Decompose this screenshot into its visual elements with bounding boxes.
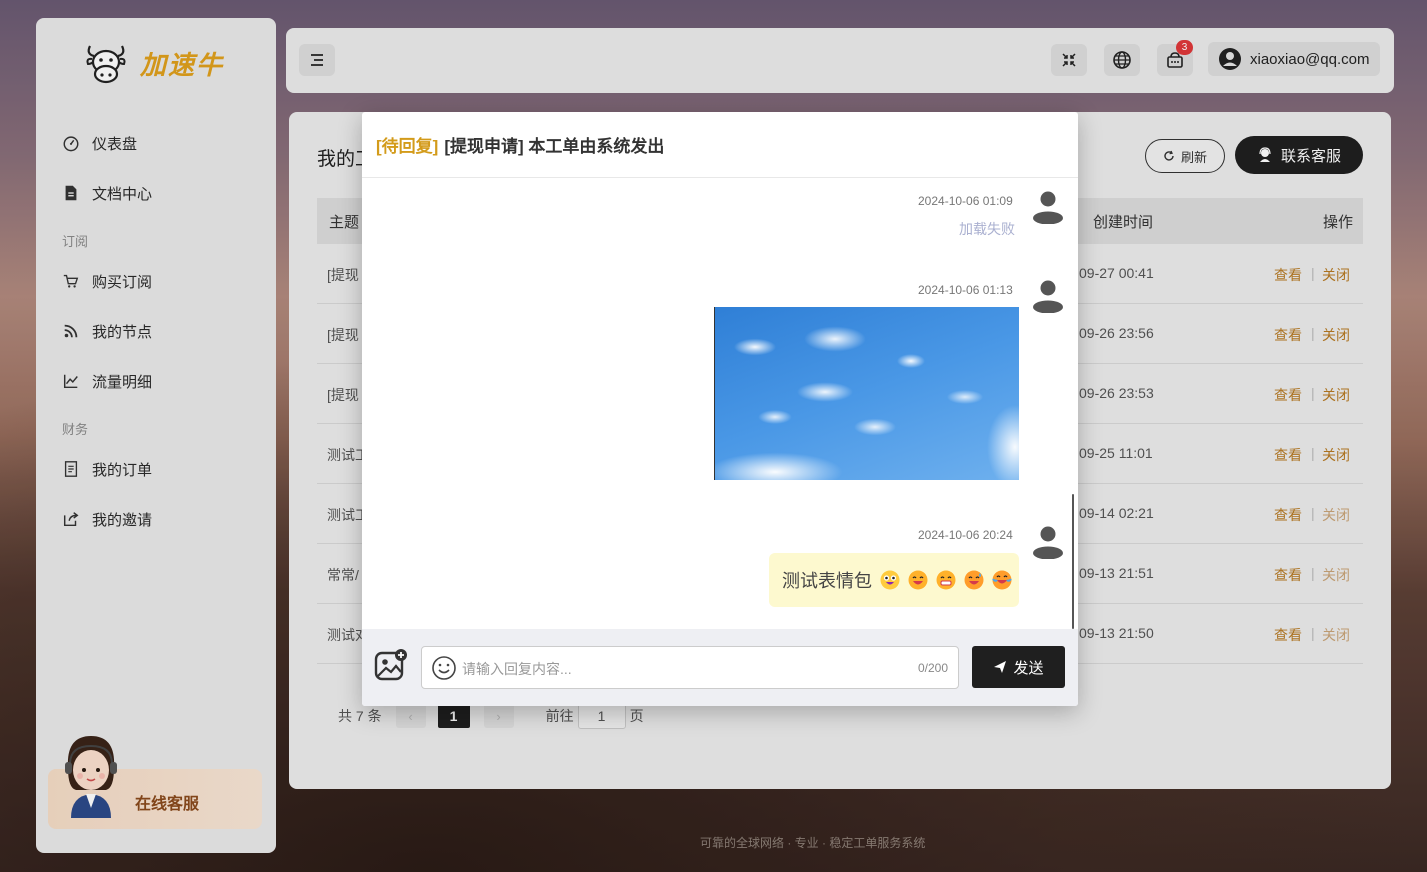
user-avatar-icon: [1033, 526, 1063, 559]
dialog-title: [提现申请] 本工单由系统发出: [444, 137, 665, 156]
message-text: 测试表情包: [782, 571, 872, 591]
message-bubble: 测试表情包: [769, 553, 1019, 607]
emoji-teeth-icon: [936, 570, 956, 590]
char-counter: 0/200: [917, 661, 948, 675]
dialog-header: [待回复] [提现申请] 本工单由系统发出: [362, 112, 1078, 178]
emoji-grin-icon: [908, 570, 928, 590]
emoji-laugh-tears-icon: [992, 570, 1012, 590]
emoji-sweat-smile-icon: [964, 570, 984, 590]
chat-history[interactable]: 2024-10-06 01:09 加载失败 2024-10-06 01:13 2…: [362, 178, 1078, 629]
send-label: 发送: [1013, 659, 1044, 677]
reply-input[interactable]: 请输入回复内容... 0/200: [421, 646, 959, 689]
emoji-picker-icon[interactable]: [431, 655, 457, 681]
reply-placeholder: 请输入回复内容...: [462, 661, 572, 677]
message-time: 2024-10-06 01:09: [918, 194, 1013, 208]
message-time: 2024-10-06 01:13: [918, 283, 1013, 297]
send-icon: [994, 661, 1007, 673]
emoji-tongue-icon: [880, 570, 900, 590]
upload-image-button[interactable]: [374, 648, 408, 682]
image-load-failed: 加载失败: [959, 221, 1015, 237]
chat-scrollbar[interactable]: [1072, 494, 1074, 629]
status-tag: [待回复]: [376, 137, 439, 156]
message-time: 2024-10-06 20:24: [918, 528, 1013, 542]
message-image-sky[interactable]: [714, 307, 1019, 480]
send-button[interactable]: 发送: [972, 646, 1065, 688]
reply-composer: 请输入回复内容... 0/200 发送: [362, 629, 1078, 706]
ticket-dialog: [待回复] [提现申请] 本工单由系统发出 2024-10-06 01:09 加…: [362, 112, 1078, 706]
user-avatar-icon: [1033, 191, 1063, 224]
user-avatar-icon: [1033, 280, 1063, 313]
